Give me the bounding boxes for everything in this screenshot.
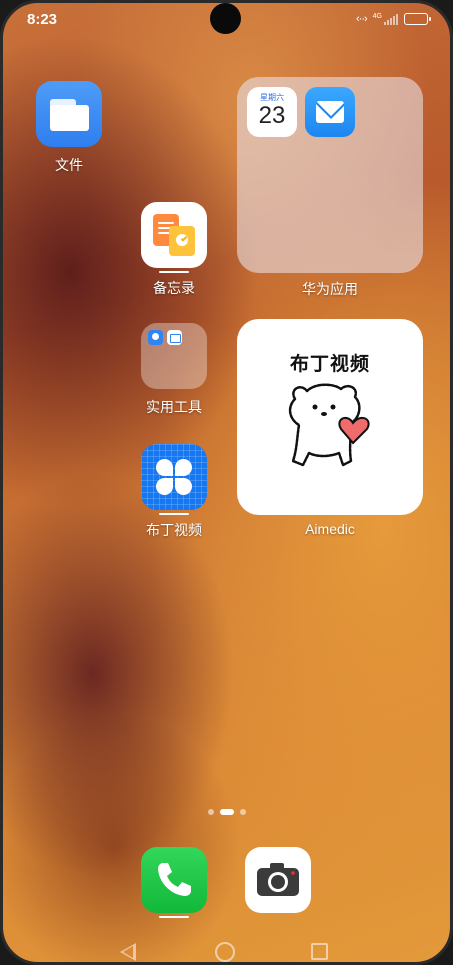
clover-icon xyxy=(141,444,207,510)
tools-folder-icon xyxy=(141,323,207,389)
folder-icon xyxy=(36,81,102,147)
page-dot[interactable] xyxy=(239,809,246,815)
page-indicator[interactable] xyxy=(3,809,450,815)
huawei-apps-folder-label: 华为应用 xyxy=(302,281,358,297)
app-memo[interactable]: 备忘录 xyxy=(129,202,219,298)
app-pudding-video-label: 布丁视频 xyxy=(146,522,202,538)
camera-icon xyxy=(245,847,311,913)
home-screen: 8:23 ‹··› 4G 文件 星期六 23 华为应用 备忘录 实用工具 布丁视… xyxy=(0,0,453,965)
memo-icon xyxy=(141,202,207,268)
network-type-label: 4G xyxy=(372,12,382,20)
battery-icon xyxy=(404,13,431,25)
dock-camera[interactable] xyxy=(233,847,323,913)
signal-icon xyxy=(384,13,398,25)
widget-title: 布丁视频 xyxy=(289,354,370,375)
app-open-indicator xyxy=(159,271,189,273)
front-camera-cutout xyxy=(210,3,241,34)
network-activity-icon: ‹··› xyxy=(356,13,368,25)
app-open-indicator xyxy=(159,513,189,515)
pudding-video-widget[interactable]: 布丁视频 xyxy=(237,319,423,515)
app-files-label: 文件 xyxy=(55,157,83,173)
dock-phone[interactable] xyxy=(129,847,219,918)
navigation-bar xyxy=(3,939,450,962)
mail-icon[interactable] xyxy=(305,87,355,137)
status-icons: ‹··› 4G xyxy=(356,12,431,25)
pudding-widget-label: Aimedic xyxy=(305,521,355,537)
calendar-icon[interactable]: 星期六 23 xyxy=(247,87,297,137)
back-icon[interactable] xyxy=(120,943,136,961)
bear-with-heart-icon xyxy=(288,383,370,467)
status-time: 8:23 xyxy=(27,11,58,28)
huawei-apps-folder[interactable]: 星期六 23 xyxy=(237,77,423,273)
app-folder-tools-label: 实用工具 xyxy=(146,399,202,415)
recent-apps-icon[interactable] xyxy=(311,943,328,960)
calendar-day: 23 xyxy=(258,102,286,129)
app-files[interactable]: 文件 xyxy=(24,81,114,175)
status-bar: 8:23 ‹··› 4G xyxy=(3,3,450,37)
home-icon[interactable] xyxy=(215,942,235,962)
contacts-mini-icon xyxy=(148,330,163,345)
page-dot[interactable] xyxy=(207,809,214,815)
app-open-indicator xyxy=(159,916,189,918)
phone-icon xyxy=(141,847,207,913)
app-pudding-video[interactable]: 布丁视频 xyxy=(129,444,219,540)
app-folder-tools[interactable]: 实用工具 xyxy=(129,323,219,417)
page-dot-active[interactable] xyxy=(219,809,234,815)
app-memo-label: 备忘录 xyxy=(153,280,195,296)
calculator-mini-icon xyxy=(167,330,182,345)
